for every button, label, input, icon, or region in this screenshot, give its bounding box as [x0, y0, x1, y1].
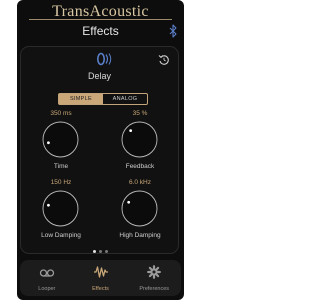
knob-indicator	[47, 203, 50, 207]
brand-underline	[29, 19, 172, 20]
knob-indicator	[129, 129, 133, 133]
knob-ring	[121, 121, 158, 158]
knob-ring	[42, 121, 79, 158]
tab-effects[interactable]: Effects	[74, 260, 128, 296]
reset-icon[interactable]	[158, 54, 170, 66]
tab-effects-label: Effects	[92, 286, 109, 292]
low-damping-label: Low Damping	[41, 232, 81, 239]
page-dot[interactable]	[93, 250, 96, 253]
high-damping-value: 6.0 kHz	[128, 179, 152, 186]
tab-preferences[interactable]: Preferences	[127, 260, 181, 296]
page-dot[interactable]	[99, 250, 102, 253]
feedback-value: 35 %	[132, 110, 148, 117]
effect-name: Delay	[87, 71, 111, 81]
low-damping-knob[interactable]	[42, 190, 79, 227]
waveform-icon	[93, 266, 108, 278]
feedback-label: Feedback	[125, 163, 155, 170]
tab-preferences-label: Preferences	[139, 286, 169, 292]
high-damping-control: 6.0 kHz High Damping	[108, 179, 172, 253]
tab-looper-label: Looper	[38, 286, 56, 292]
cassette-icon	[39, 269, 54, 277]
page-indicator[interactable]	[17, 250, 184, 254]
knob-ring	[121, 190, 158, 227]
time-knob[interactable]	[42, 121, 79, 158]
low-damping-value: 150 Hz	[50, 179, 72, 186]
knob-indicator	[127, 200, 131, 204]
effect-panel: Delay SIMPLE ANALOG 350 ms Time 35 % Fee…	[20, 46, 179, 254]
bluetooth-icon[interactable]	[168, 24, 178, 38]
low-damping-control: 150 Hz Low Damping	[29, 179, 93, 253]
knob-indicator	[47, 141, 50, 145]
tab-looper[interactable]: Looper	[20, 260, 74, 296]
time-value: 350 ms	[50, 110, 72, 117]
delay-effect-icon	[97, 52, 112, 66]
screen-title: Effects	[82, 24, 119, 38]
feedback-control: 35 % Feedback	[108, 110, 172, 184]
knob-ring	[42, 190, 79, 227]
high-damping-knob[interactable]	[121, 190, 158, 227]
high-damping-label: High Damping	[119, 232, 161, 239]
tab-bar: Looper Effects Preferences	[20, 260, 181, 296]
mode-simple-button[interactable]: SIMPLE	[59, 94, 103, 104]
brand-logo: TransAcoustic	[52, 3, 149, 20]
app-screen: TransAcoustic Effects Delay SIMPLE ANALO…	[17, 0, 184, 300]
mode-toggle: SIMPLE ANALOG	[58, 93, 148, 105]
mode-analog-button[interactable]: ANALOG	[103, 94, 147, 104]
time-control: 350 ms Time	[29, 110, 93, 184]
feedback-knob[interactable]	[121, 121, 158, 158]
page-dot[interactable]	[105, 250, 108, 253]
time-label: Time	[53, 163, 69, 170]
gear-icon	[147, 265, 162, 279]
